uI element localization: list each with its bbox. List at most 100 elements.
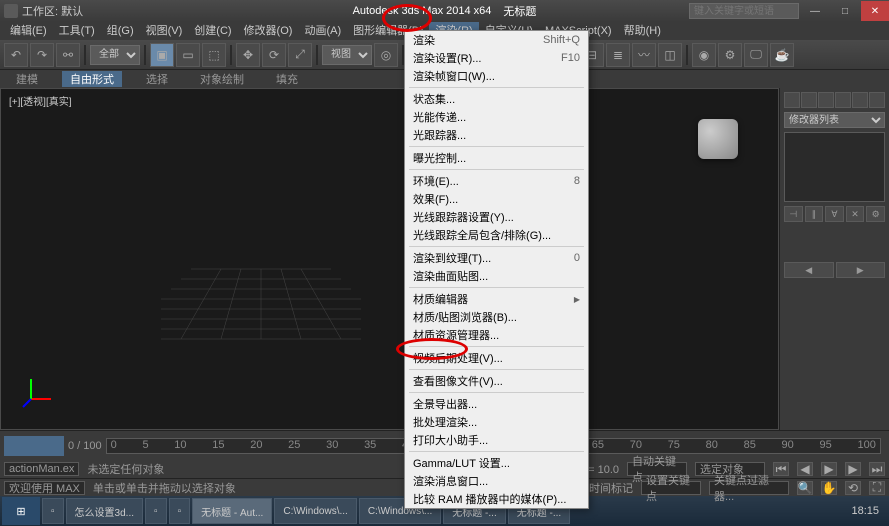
- panel-prev-icon[interactable]: ◀: [784, 262, 834, 278]
- task-2[interactable]: ▫: [145, 498, 167, 524]
- link-button[interactable]: ⚯: [56, 43, 80, 67]
- time-slider-thumb[interactable]: [4, 436, 64, 456]
- menu-item-10[interactable]: 环境(E)...8: [405, 172, 588, 190]
- menu-4[interactable]: 创建(C): [188, 22, 237, 40]
- render-setup-button[interactable]: ⚙: [718, 43, 742, 67]
- utilities-tab[interactable]: [869, 92, 885, 108]
- select-window-button[interactable]: ⬚: [202, 43, 226, 67]
- pivot-button[interactable]: ◎: [374, 43, 398, 67]
- menu-5[interactable]: 修改器(O): [238, 22, 299, 40]
- nav-pan-icon[interactable]: ✋: [821, 481, 837, 495]
- move-button[interactable]: ✥: [236, 43, 260, 67]
- menu-item-32[interactable]: 比较 RAM 播放器中的媒体(P)...: [405, 490, 588, 508]
- menu-item-1[interactable]: 渲染设置(R)...F10: [405, 49, 588, 67]
- minimize-button[interactable]: —: [801, 1, 829, 21]
- menu-1[interactable]: 工具(T): [53, 22, 101, 40]
- menu-item-6[interactable]: 光跟踪器...: [405, 126, 588, 144]
- menu-item-22[interactable]: 视频后期处理(V)...: [405, 349, 588, 367]
- menu-item-5[interactable]: 光能传递...: [405, 108, 588, 126]
- viewport-label[interactable]: [+][透视][真实]: [9, 93, 72, 108]
- play-next-icon[interactable]: ▶: [845, 462, 861, 476]
- subbar-2[interactable]: 选择: [138, 71, 176, 87]
- app-icon: [4, 4, 18, 18]
- search-input[interactable]: [689, 3, 799, 19]
- titlebar: 工作区: 默认 Autodesk 3ds Max 2014 x64 无标题 — …: [0, 0, 889, 22]
- menu-item-8[interactable]: 曝光控制...: [405, 149, 588, 167]
- menu-item-2[interactable]: 渲染帧窗口(W)...: [405, 67, 588, 85]
- schematic-button[interactable]: ◫: [658, 43, 682, 67]
- scale-button[interactable]: ⤢: [288, 43, 312, 67]
- menu-item-20[interactable]: 材质资源管理器...: [405, 326, 588, 344]
- menu-item-26[interactable]: 全景导出器...: [405, 395, 588, 413]
- system-tray[interactable]: 18:15: [851, 505, 887, 517]
- task-4[interactable]: 无标题 - Aut...: [192, 498, 272, 524]
- menu-item-18[interactable]: 材质编辑器▶: [405, 290, 588, 308]
- render-frame-button[interactable]: 🖵: [744, 43, 768, 67]
- modifier-stack[interactable]: [784, 132, 885, 202]
- menu-item-28[interactable]: 打印大小助手...: [405, 431, 588, 449]
- viewcube[interactable]: [698, 119, 738, 159]
- play-end-icon[interactable]: ⏭: [869, 462, 885, 476]
- redo-button[interactable]: ↷: [30, 43, 54, 67]
- panel-next-icon[interactable]: ▶: [836, 262, 886, 278]
- nav-orbit-icon[interactable]: ⟲: [845, 481, 861, 495]
- menu-item-27[interactable]: 批处理渲染...: [405, 413, 588, 431]
- menu-2[interactable]: 组(G): [101, 22, 140, 40]
- menu-item-30[interactable]: Gamma/LUT 设置...: [405, 454, 588, 472]
- select-button[interactable]: ▣: [150, 43, 174, 67]
- menu-item-19[interactable]: 材质/贴图浏览器(B)...: [405, 308, 588, 326]
- task-5[interactable]: C:\Windows\...: [274, 498, 356, 524]
- configure-button[interactable]: ⚙: [866, 206, 885, 222]
- material-button[interactable]: ◉: [692, 43, 716, 67]
- menu-item-11[interactable]: 效果(F)...: [405, 190, 588, 208]
- key-filter-button[interactable]: 关键点过滤器...: [709, 481, 789, 495]
- selection-filter[interactable]: 全部: [90, 45, 140, 65]
- create-tab[interactable]: [784, 92, 800, 108]
- welcome-label: 欢迎使用 MAX: [4, 481, 85, 495]
- menu-item-13[interactable]: 光线跟踪全局包含/排除(G)...: [405, 226, 588, 244]
- subbar-0[interactable]: 建模: [8, 71, 46, 87]
- menu-6[interactable]: 动画(A): [298, 22, 347, 40]
- show-result-button[interactable]: ∥: [805, 206, 824, 222]
- coord-system[interactable]: 视图: [322, 45, 372, 65]
- play-icon[interactable]: ▶: [821, 462, 837, 476]
- modifier-list[interactable]: 修改器列表: [784, 112, 885, 128]
- close-button[interactable]: ✕: [861, 1, 889, 21]
- motion-tab[interactable]: [835, 92, 851, 108]
- render-button[interactable]: ☕: [770, 43, 794, 67]
- nav-zoom-icon[interactable]: 🔍: [797, 481, 813, 495]
- curve-editor-button[interactable]: 〰: [632, 43, 656, 67]
- display-tab[interactable]: [852, 92, 868, 108]
- hierarchy-tab[interactable]: [818, 92, 834, 108]
- menu-11[interactable]: 帮助(H): [618, 22, 667, 40]
- subbar-1[interactable]: 自由形式: [62, 71, 122, 87]
- rotate-button[interactable]: ⟳: [262, 43, 286, 67]
- task-1[interactable]: 怎么设置3d...: [66, 498, 143, 524]
- menu-0[interactable]: 编辑(E): [4, 22, 53, 40]
- menu-item-4[interactable]: 状态集...: [405, 90, 588, 108]
- menu-item-15[interactable]: 渲染到纹理(T)...0: [405, 249, 588, 267]
- menu-item-24[interactable]: 查看图像文件(V)...: [405, 372, 588, 390]
- undo-button[interactable]: ↶: [4, 43, 28, 67]
- remove-button[interactable]: ✕: [846, 206, 865, 222]
- pin-stack-button[interactable]: ⊣: [784, 206, 803, 222]
- set-key-button[interactable]: 设置关键点: [641, 481, 701, 495]
- task-0[interactable]: ▫: [42, 498, 64, 524]
- modify-tab[interactable]: [801, 92, 817, 108]
- select-rect-button[interactable]: ▭: [176, 43, 200, 67]
- unique-button[interactable]: ∀: [825, 206, 844, 222]
- play-prev-icon[interactable]: ◀: [797, 462, 813, 476]
- menu-3[interactable]: 视图(V): [140, 22, 189, 40]
- layer-button[interactable]: ≣: [606, 43, 630, 67]
- viewport[interactable]: [+][透视][真实]: [0, 88, 779, 430]
- task-3[interactable]: ▫: [169, 498, 191, 524]
- subbar-3[interactable]: 对象绘制: [192, 71, 252, 87]
- menu-item-0[interactable]: 渲染Shift+Q: [405, 31, 588, 49]
- subbar-4[interactable]: 填充: [268, 71, 306, 87]
- menu-item-31[interactable]: 渲染消息窗口...: [405, 472, 588, 490]
- nav-max-icon[interactable]: ⛶: [869, 481, 885, 495]
- start-button[interactable]: ⊞: [2, 497, 40, 525]
- menu-item-12[interactable]: 光线跟踪器设置(Y)...: [405, 208, 588, 226]
- menu-item-16[interactable]: 渲染曲面贴图...: [405, 267, 588, 285]
- maximize-button[interactable]: □: [831, 1, 859, 21]
